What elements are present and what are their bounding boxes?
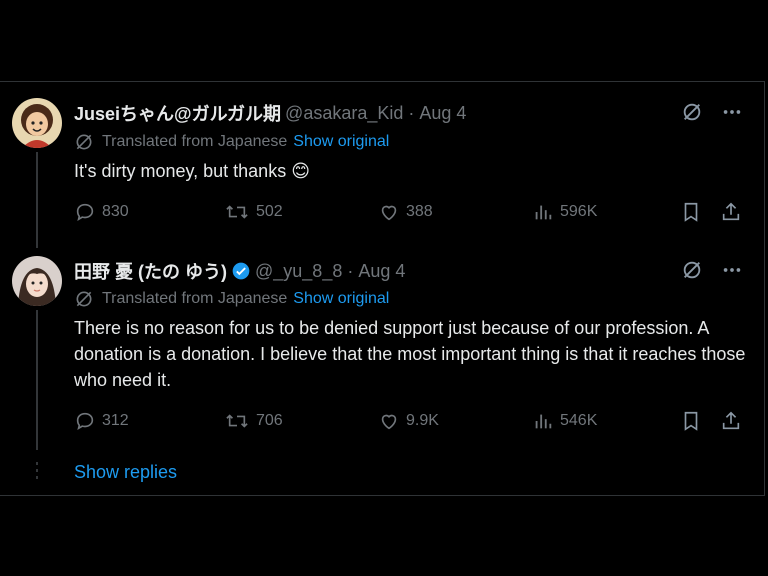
bookmark-button[interactable] (680, 410, 702, 432)
views-icon (535, 205, 552, 220)
avatar[interactable] (12, 256, 62, 306)
tweet-top-icons (681, 259, 743, 286)
tweet-text: There is no reason for us to be denied s… (74, 318, 746, 390)
translate-icon (74, 289, 94, 309)
heart-icon (381, 205, 397, 221)
repost-icon (226, 414, 248, 428)
grok-icon[interactable] (681, 101, 703, 128)
repost-count: 502 (256, 203, 283, 220)
tweet-header: 田野 憂 (たの ゆう) @_yu_8_8 · Aug 4 (74, 258, 405, 284)
thread-line (36, 152, 38, 248)
like-button[interactable]: 9.9K (378, 410, 439, 432)
tweet-text-content: It's dirty money, but thanks (74, 161, 287, 181)
views-button[interactable]: 546K (532, 410, 597, 432)
repost-button[interactable]: 502 (224, 201, 283, 223)
user-handle[interactable]: @_yu_8_8 (255, 261, 342, 282)
share-button[interactable] (720, 201, 742, 223)
translate-icon (74, 132, 94, 152)
show-original-link[interactable]: Show original (293, 133, 389, 151)
views-icon (535, 414, 552, 429)
thread-more-dots (36, 462, 38, 483)
reply-count: 830 (102, 203, 129, 220)
repost-button[interactable]: 706 (224, 410, 283, 432)
verified-badge-icon (231, 261, 251, 281)
user-handle[interactable]: @asakara_Kid (285, 103, 403, 124)
like-button[interactable]: 388 (378, 201, 433, 223)
bookmark-icon (684, 202, 698, 222)
translation-notice: Translated from Japanese Show original (74, 289, 389, 309)
tweet-header: Juseiちゃん@ガルガル期 @asakara_Kid · Aug 4 (74, 100, 466, 126)
separator-dot: · (408, 102, 415, 123)
thread-line (36, 310, 38, 450)
share-button[interactable] (720, 410, 742, 432)
reply-count: 312 (102, 412, 129, 429)
reply-button[interactable]: 312 (74, 410, 129, 432)
repost-count: 706 (256, 412, 283, 429)
translated-label: Translated from Japanese (102, 133, 288, 150)
like-count: 9.9K (406, 412, 439, 429)
show-original-link[interactable]: Show original (293, 290, 389, 308)
reply-button[interactable]: 830 (74, 201, 129, 223)
smiling-face-emoji: 😊 (291, 161, 310, 181)
heart-icon (381, 414, 397, 430)
reply-icon (76, 412, 94, 431)
tweet-date[interactable]: Aug 4 (419, 103, 466, 124)
tweet-text: It's dirty money, but thanks 😊 (74, 158, 750, 184)
views-count: 596K (560, 203, 598, 220)
tweet-top-icons (681, 101, 743, 128)
translated-label: Translated from Japanese (102, 290, 288, 307)
share-icon (722, 202, 740, 221)
display-name[interactable]: Juseiちゃん@ガルガル期 (74, 100, 281, 126)
avatar[interactable] (12, 98, 62, 148)
separator-dot: · (347, 260, 354, 281)
like-count: 388 (406, 203, 433, 220)
bookmark-button[interactable] (680, 201, 702, 223)
views-count: 546K (560, 412, 598, 429)
tweet-actions: 312 706 9.9K 546K (74, 410, 746, 434)
more-options-icon[interactable] (721, 101, 743, 128)
tweet-actions: 830 502 388 596K (74, 201, 746, 225)
tweet-date[interactable]: Aug 4 (358, 261, 405, 282)
views-button[interactable]: 596K (532, 201, 597, 223)
bookmark-icon (684, 411, 698, 431)
grok-icon[interactable] (681, 259, 703, 286)
display-name[interactable]: 田野 憂 (たの ゆう) (74, 258, 227, 284)
reply-icon (76, 203, 94, 222)
show-replies-link[interactable]: Show replies (74, 462, 177, 483)
share-icon (722, 411, 740, 430)
translation-notice: Translated from Japanese Show original (74, 132, 389, 152)
repost-icon (226, 205, 248, 219)
more-options-icon[interactable] (721, 259, 743, 286)
